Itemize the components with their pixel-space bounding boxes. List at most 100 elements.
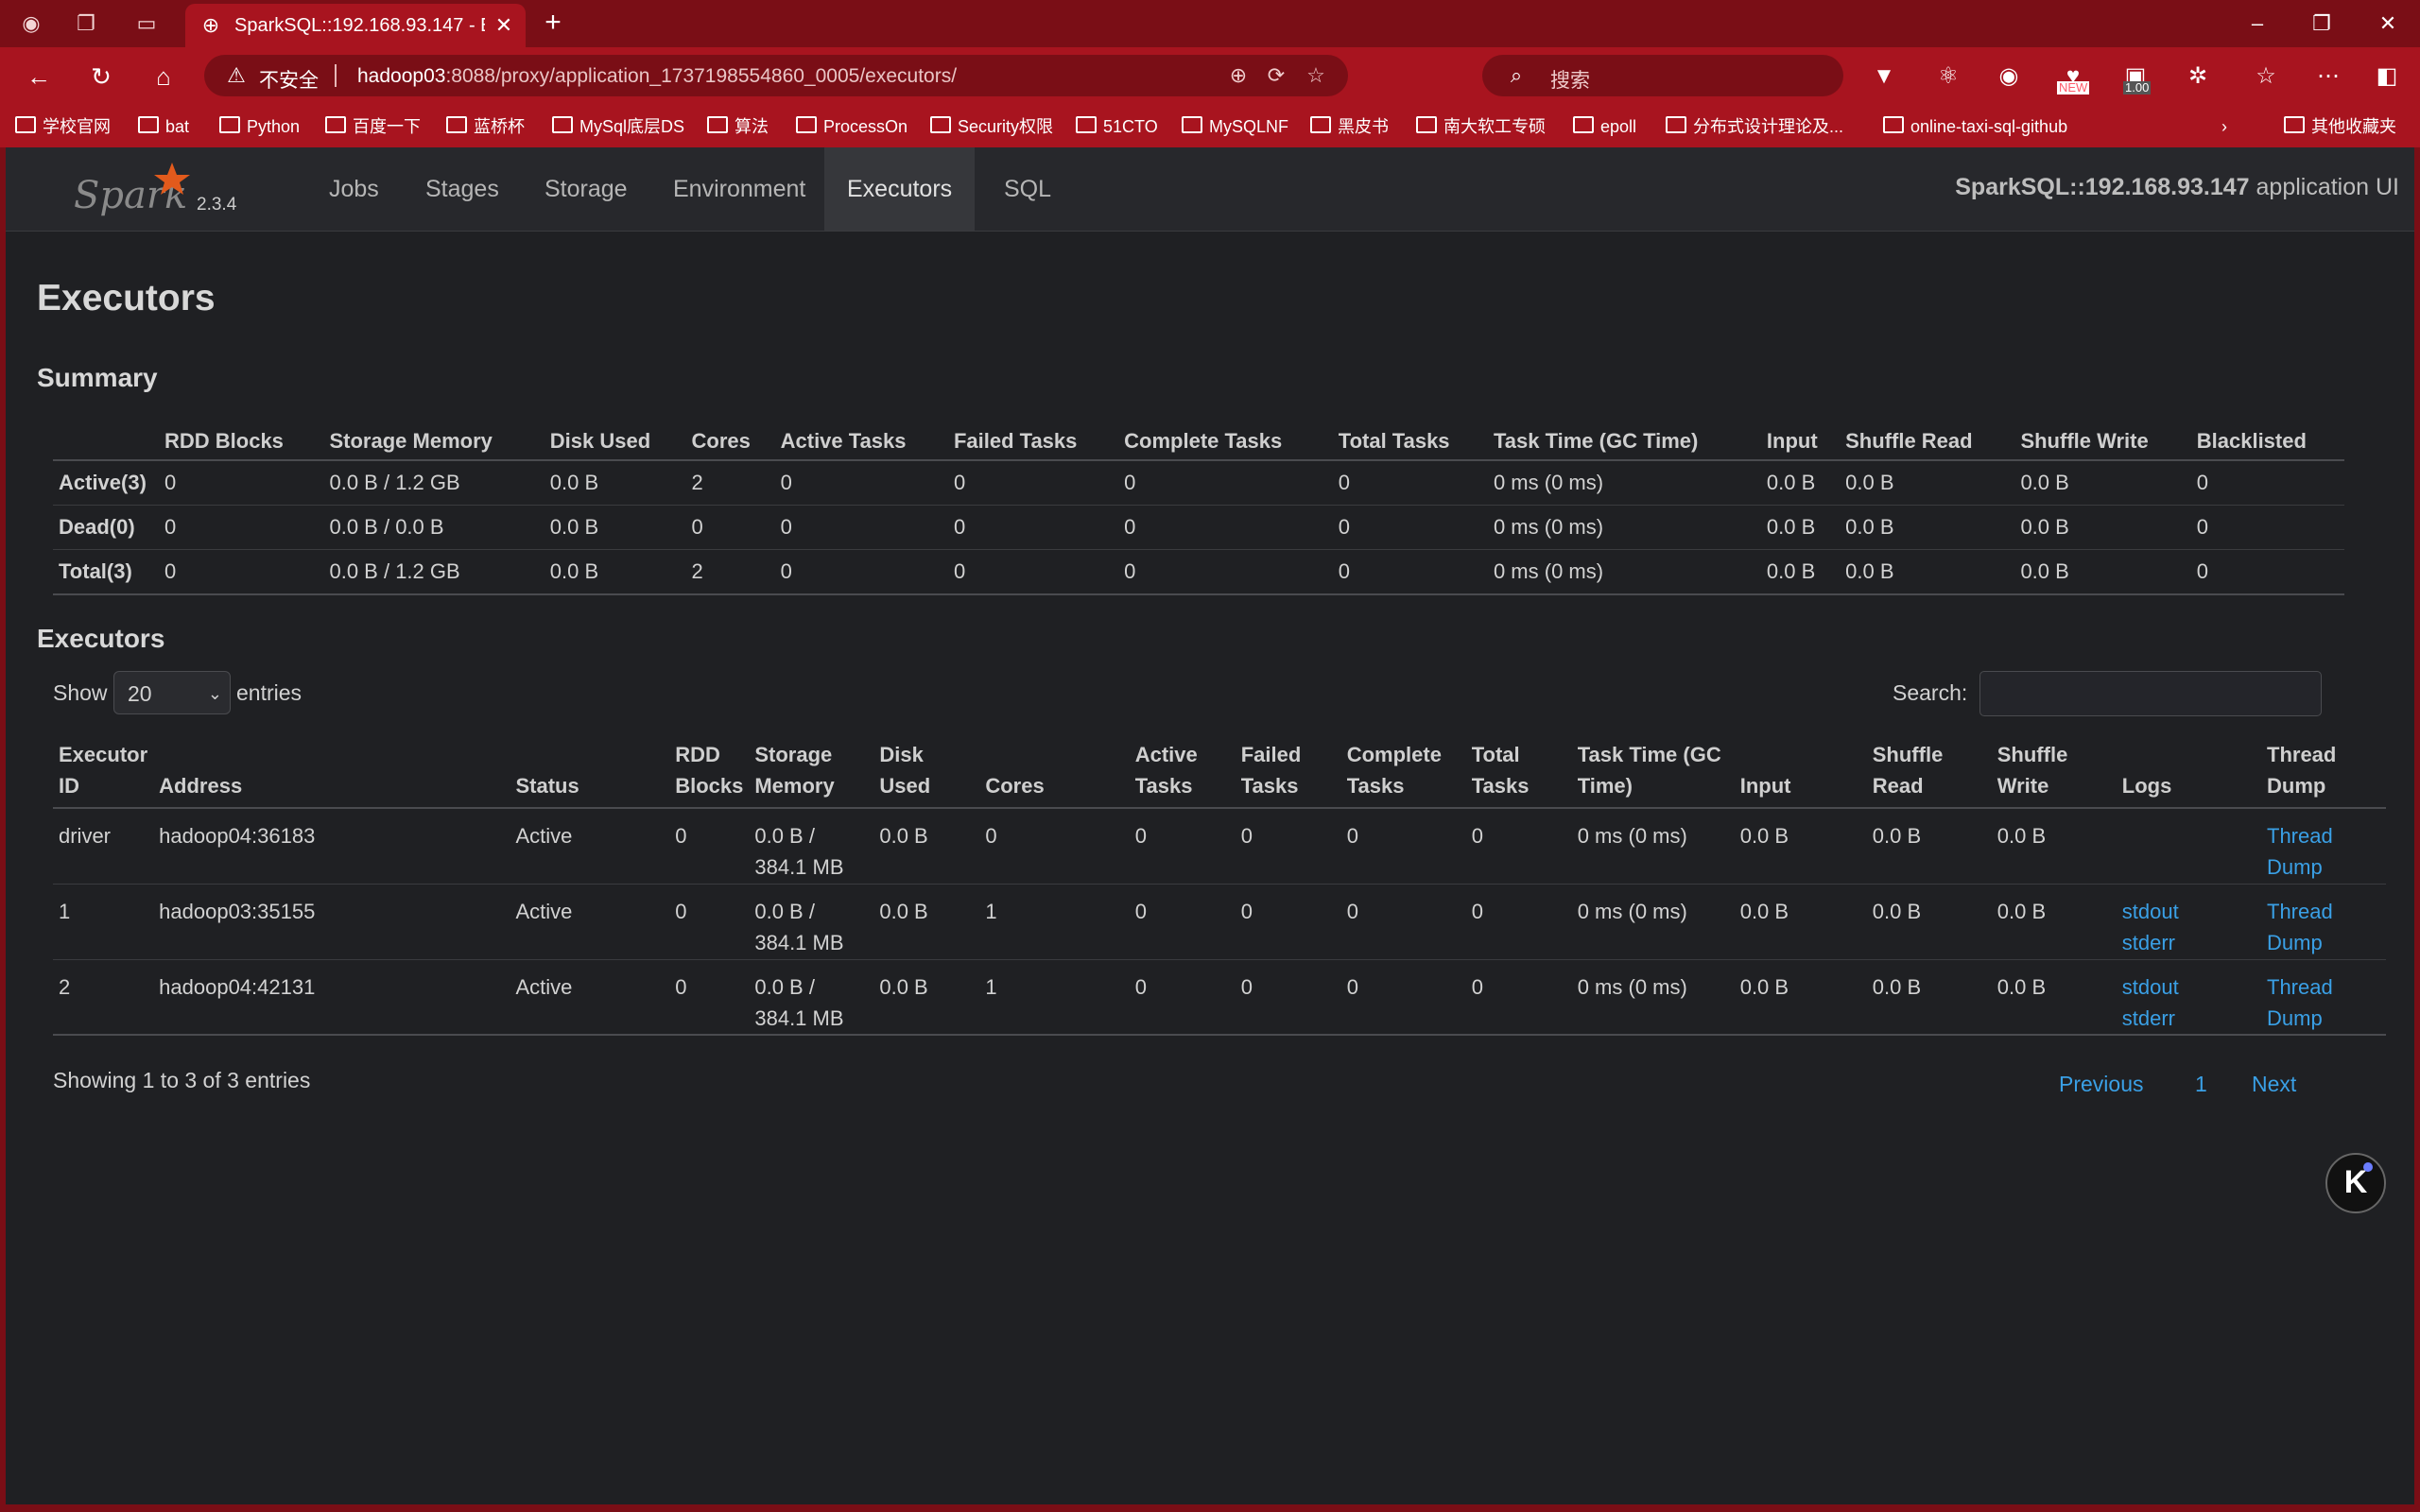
executors-search-input[interactable] <box>1979 671 2322 716</box>
url-bar[interactable]: ⚠ 不安全 hadoop03:8088/proxy/application_17… <box>204 55 1348 96</box>
bookmark-item[interactable]: Security权限 <box>930 115 1053 138</box>
extension-v-icon[interactable]: ▼ <box>1868 60 1900 93</box>
thread-dump-link[interactable]: Thread Dump <box>2267 824 2333 879</box>
minimize-icon[interactable]: – <box>2238 9 2276 38</box>
executor-id: 2 <box>53 959 154 1036</box>
back-icon[interactable]: ← <box>23 60 55 93</box>
extension-new-icon[interactable]: ♥ NEW <box>2057 60 2090 94</box>
col-header[interactable]: RDD Blocks <box>669 739 750 809</box>
url-host: hadoop03 <box>357 65 446 87</box>
url-text[interactable]: hadoop03:8088/proxy/application_17371985… <box>357 65 957 88</box>
bookmark-item[interactable]: epoll <box>1573 115 1636 138</box>
next-button[interactable]: Next <box>2252 1072 2296 1097</box>
bookmark-item[interactable]: ProcessOn <box>796 115 908 138</box>
more-menu-icon[interactable]: ⋯ <box>2312 60 2344 93</box>
bookmark-item[interactable]: Python <box>219 115 300 138</box>
bookmark-item[interactable]: online-taxi-sql-github <box>1883 115 2067 138</box>
nav-jobs[interactable]: Jobs <box>306 147 402 231</box>
extension-react-icon[interactable]: ⚛ <box>1932 60 1964 93</box>
col-header[interactable]: Disk Used <box>544 421 686 461</box>
col-header[interactable]: Complete Tasks <box>1118 421 1333 461</box>
nav-executors[interactable]: Executors <box>824 147 976 231</box>
col-header[interactable]: Storage Memory <box>749 739 874 809</box>
nav-environment[interactable]: Environment <box>650 147 828 231</box>
bookmark-item-other[interactable]: 其他收藏夹 <box>2284 115 2396 138</box>
extensions-puzzle-icon[interactable]: ✲ <box>2182 60 2214 93</box>
col-header[interactable]: Shuffle Read <box>1840 421 2015 461</box>
col-header[interactable]: Complete Tasks <box>1340 739 1466 809</box>
home-icon[interactable]: ⌂ <box>147 60 180 93</box>
profile-avatar-icon[interactable]: ◉ <box>17 9 45 38</box>
bookmark-item[interactable]: 黑皮书 <box>1310 115 1389 138</box>
cell: 0.0 B / 384.1 MB <box>749 884 874 960</box>
col-header[interactable]: Shuffle Write <box>2014 421 2191 461</box>
extension-bar-icon[interactable]: ▣ 1.00 <box>2119 60 2152 94</box>
star-icon[interactable]: ☆ <box>1303 62 1329 89</box>
col-header[interactable]: Executor ID <box>53 739 154 809</box>
favorites-icon[interactable]: ☆ <box>2250 60 2282 93</box>
col-header[interactable]: Failed Tasks <box>1235 739 1341 809</box>
restore-icon[interactable]: ❐ <box>2303 9 2341 38</box>
browser-search-box[interactable]: ⌕ 搜索 <box>1482 55 1843 96</box>
col-header[interactable]: Failed Tasks <box>947 421 1119 461</box>
zoom-icon[interactable]: ⊕ <box>1225 62 1252 89</box>
insecure-label[interactable]: 不安全 <box>259 65 319 94</box>
bookmark-item[interactable]: bat <box>138 115 189 138</box>
col-header[interactable]: Active Tasks <box>774 421 948 461</box>
page-1-button[interactable]: 1 <box>2195 1072 2207 1097</box>
close-tab-icon[interactable]: ✕ <box>492 13 516 38</box>
bookmark-item[interactable]: 蓝桥杯 <box>446 115 525 138</box>
new-tab-icon[interactable]: + <box>539 9 567 38</box>
col-header[interactable]: Active Tasks <box>1129 739 1236 809</box>
page-size-select[interactable]: 20 ⌄ <box>113 671 231 714</box>
nav-sql[interactable]: SQL <box>981 147 1074 231</box>
extension-circle-icon[interactable]: ◉ <box>1993 60 2025 93</box>
stdout-link[interactable]: stdout <box>2122 900 2179 923</box>
bookmark-item[interactable]: 51CTO <box>1076 115 1158 138</box>
bookmark-item[interactable]: MySQLNF <box>1182 115 1288 138</box>
col-header[interactable]: Shuffle Read <box>1866 739 1992 809</box>
workspaces-icon[interactable]: ❐ <box>72 9 100 38</box>
col-header[interactable]: Cores <box>979 739 1130 809</box>
bookmark-item[interactable]: 算法 <box>707 115 769 138</box>
thread-dump-link[interactable]: Thread Dump <box>2267 975 2333 1030</box>
col-header[interactable]: Storage Memory <box>323 421 544 461</box>
kimi-assistant-icon[interactable]: K <box>2325 1153 2386 1213</box>
tab-actions-icon[interactable]: ▭ <box>132 9 161 38</box>
bookmark-item[interactable]: 学校官网 <box>15 115 111 138</box>
bookmark-item[interactable]: 分布式设计理论及... <box>1666 115 1843 138</box>
bookmark-item[interactable]: MySql底层DS <box>552 115 684 138</box>
close-window-icon[interactable]: ✕ <box>2369 9 2407 38</box>
browser-tab-active[interactable]: ⊕ SparkSQL::192.168.93.147 - Execu ✕ <box>185 4 526 47</box>
col-header[interactable]: Thread Dump <box>2261 739 2386 809</box>
bookmark-item[interactable]: 百度一下 <box>325 115 421 138</box>
col-header[interactable]: Input <box>1760 421 1841 461</box>
col-header[interactable]: Task Time (GC Time) <box>1487 421 1761 461</box>
previous-button[interactable]: Previous <box>2059 1072 2143 1097</box>
warning-icon[interactable]: ⚠ <box>223 63 250 88</box>
col-header[interactable]: Task Time (GC Time) <box>1571 739 1735 809</box>
bookmark-item[interactable]: 南大软工专硕 <box>1416 115 1546 138</box>
reload-icon[interactable]: ↻ <box>85 60 117 93</box>
col-header[interactable]: Address <box>153 739 510 809</box>
stderr-link[interactable]: stderr <box>2122 931 2175 954</box>
col-header[interactable]: Cores <box>685 421 775 461</box>
nav-stages[interactable]: Stages <box>403 147 522 231</box>
spark-logo[interactable]: Spark <box>66 159 208 219</box>
translate-icon[interactable]: ⟳ <box>1263 62 1289 89</box>
col-header[interactable]: Input <box>1734 739 1867 809</box>
col-header[interactable]: RDD Blocks <box>159 421 324 461</box>
col-header[interactable]: Logs <box>2116 739 2261 809</box>
col-header[interactable]: Blacklisted <box>2190 421 2344 461</box>
col-header[interactable]: Disk Used <box>873 739 980 809</box>
col-header[interactable]: Total Tasks <box>1465 739 1572 809</box>
stderr-link[interactable]: stderr <box>2122 1006 2175 1030</box>
col-header[interactable]: Total Tasks <box>1332 421 1488 461</box>
col-header[interactable]: Status <box>510 739 670 809</box>
stdout-link[interactable]: stdout <box>2122 975 2179 999</box>
thread-dump-link[interactable]: Thread Dump <box>2267 900 2333 954</box>
nav-storage[interactable]: Storage <box>522 147 650 231</box>
sidebar-icon[interactable]: ◧ <box>2371 60 2403 93</box>
col-header[interactable]: Shuffle Write <box>1991 739 2117 809</box>
bookmarks-overflow-icon[interactable]: › <box>2221 115 2227 138</box>
